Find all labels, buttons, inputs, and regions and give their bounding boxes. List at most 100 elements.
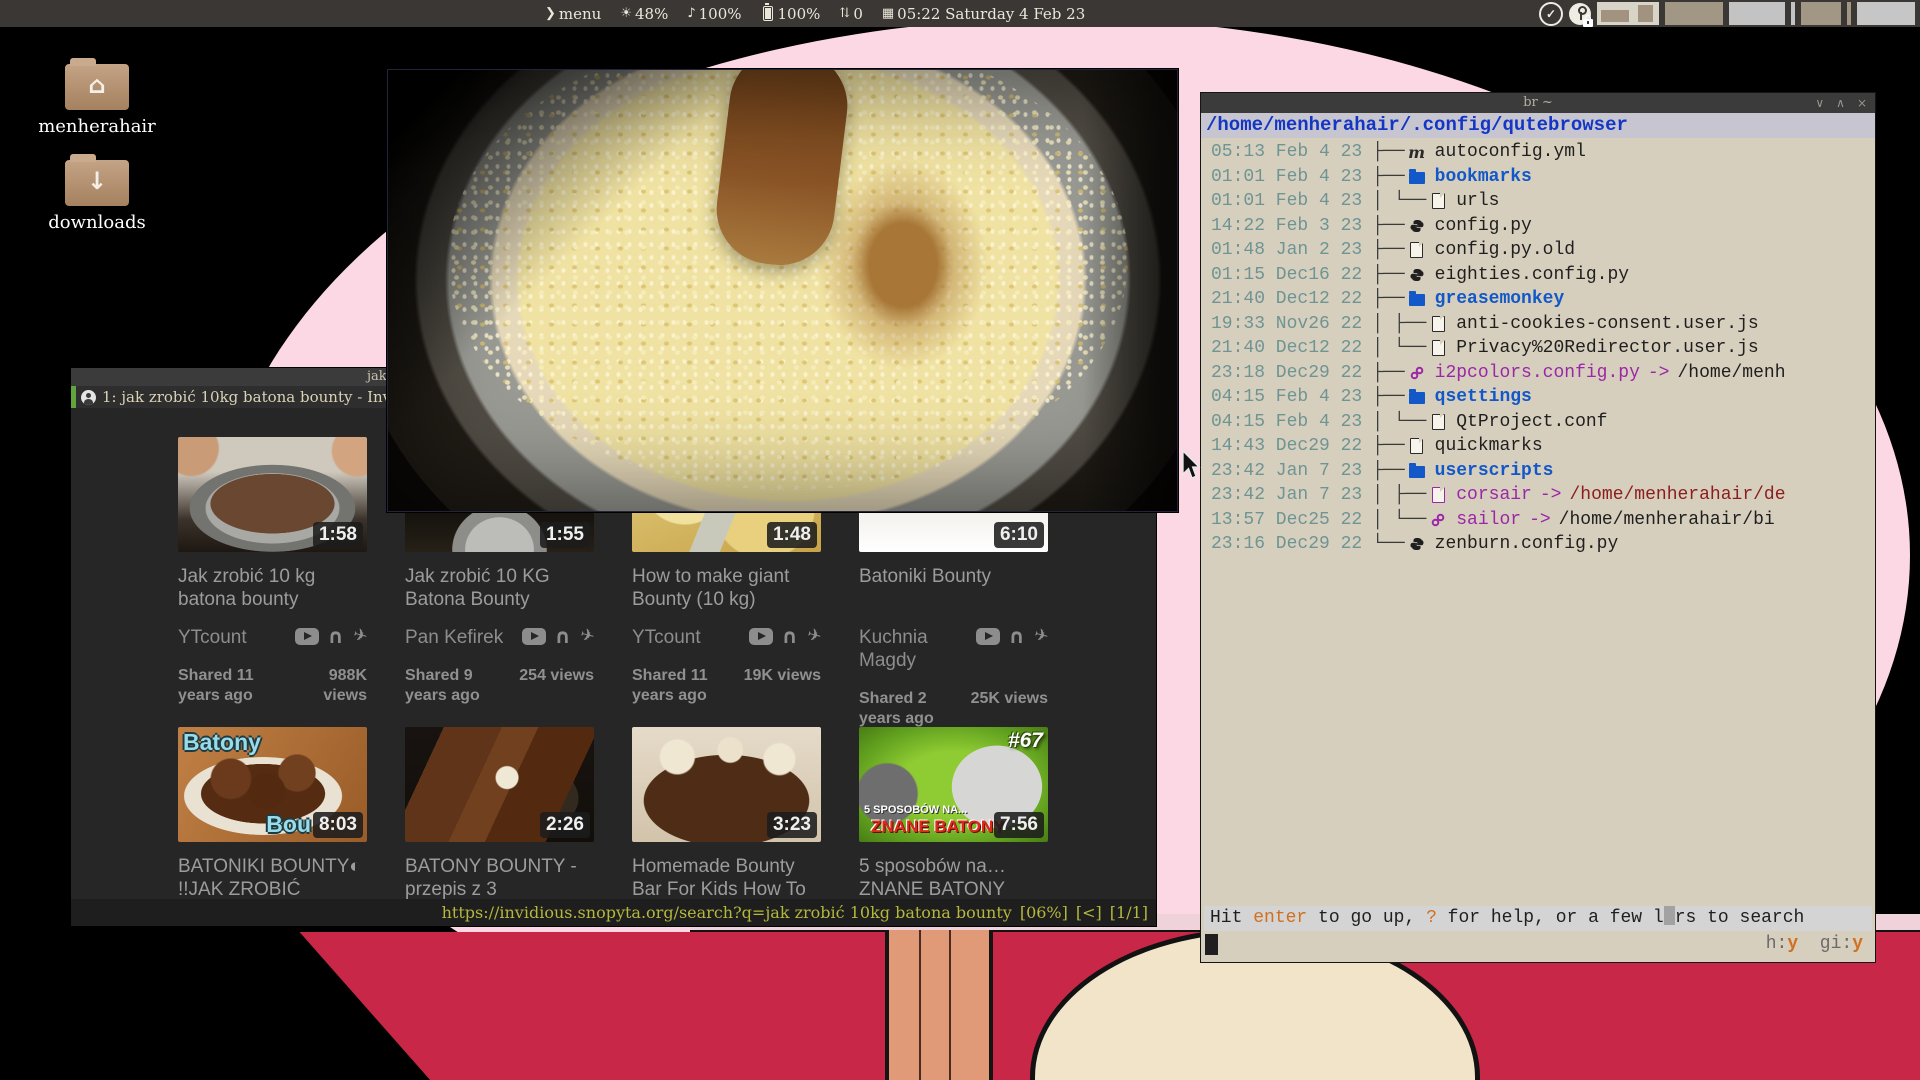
video-result-1[interactable]: 1:58 Jak zrobić 10 kg batona bounty YTco… [178, 437, 367, 727]
maximize-icon[interactable]: ∧ [1836, 93, 1845, 113]
file-name[interactable]: config.py [1435, 216, 1532, 236]
desktop-icon-menherahair[interactable]: ⌂ menherahair [32, 56, 162, 137]
video-title[interactable]: BATONIKI BOUNTY◐ !!JAK ZROBIĆ [178, 855, 367, 899]
view-count: 19K views [744, 666, 821, 686]
youtube-icon[interactable] [522, 628, 546, 645]
tab-title[interactable]: 1: jak zrobić 10kg batona bounty - Invi [102, 388, 396, 406]
channel-link[interactable]: Pan Kefirek [405, 626, 503, 649]
shared-date: Shared 11 years ago [632, 666, 740, 706]
file-mtime: 23:42 Jan 7 23 [1201, 485, 1362, 505]
headphones-icon[interactable]: ∩ [555, 628, 571, 645]
video-result-6[interactable]: 2:26 BATONY BOUNTY - przepis z 3 [405, 727, 594, 899]
terminal-titlebar[interactable]: br ~ ∨ ∧ × [1201, 93, 1875, 113]
file-row[interactable]: 23:42 Jan 7 23├──userscripts [1201, 459, 1875, 484]
video-title[interactable]: Homemade Bounty Bar For Kids How To [632, 855, 821, 899]
workspace-indicator-3[interactable] [1729, 2, 1785, 25]
symlink-name[interactable]: corsair [1456, 485, 1532, 505]
workspace-indicator-2[interactable] [1665, 2, 1723, 25]
video-result-7[interactable]: 3:23 Homemade Bounty Bar For Kids How To [632, 727, 821, 899]
clock: ▦ 05:22 Saturday 4 Feb 23 [882, 5, 1085, 23]
menu-button[interactable]: ❯ menu [545, 5, 601, 23]
youtube-icon[interactable] [295, 628, 319, 645]
file-row[interactable]: 13:57 Dec25 22│ └──sailor->/home/menhera… [1201, 508, 1875, 533]
statusbar-url: https://invidious.snopyta.org/search?q=j… [442, 903, 1012, 922]
workspace-divider-2 [1847, 2, 1851, 25]
headphones-icon[interactable]: ∩ [1009, 628, 1025, 645]
file-row[interactable]: 23:18 Dec29 22├──i2pcolors.config.py->/h… [1201, 361, 1875, 386]
current-path: /home/menherahair/.config/qutebrowser [1201, 113, 1875, 138]
youtube-icon[interactable] [976, 628, 1000, 645]
file-row[interactable]: 14:43 Dec29 22├──quickmarks [1201, 434, 1875, 459]
video-thumbnail[interactable]: 1:58 [178, 437, 367, 552]
send-icon[interactable]: ✈ [1032, 627, 1050, 647]
file-row[interactable]: 21:40 Dec12 22├──greasemonkey [1201, 287, 1875, 312]
keepassxc-tray-icon[interactable] [1569, 3, 1591, 25]
youtube-icon[interactable] [749, 628, 773, 645]
symlink-name[interactable]: i2pcolors.config.py [1435, 363, 1640, 383]
headphones-icon[interactable]: ∩ [782, 628, 798, 645]
video-thumbnail[interactable]: Batony Bou 8:03 [178, 727, 367, 842]
channel-link[interactable]: Kuchnia Magdy [859, 626, 959, 672]
send-icon[interactable]: ✈ [578, 627, 596, 647]
tree-branch: │ └── [1372, 412, 1426, 432]
directory-name[interactable]: qsettings [1435, 387, 1532, 407]
mpv-video-window[interactable] [387, 69, 1178, 512]
symlink-arrow: -> [1540, 485, 1562, 505]
video-result-5[interactable]: Batony Bou 8:03 BATONIKI BOUNTY◐ !!JAK Z… [178, 727, 367, 899]
directory-name[interactable]: bookmarks [1435, 167, 1532, 187]
file-name[interactable]: anti-cookies-consent.user.js [1456, 314, 1758, 334]
video-thumbnail[interactable]: 3:23 [632, 727, 821, 842]
close-icon[interactable]: × [1857, 93, 1867, 113]
file-row[interactable]: 01:48 Jan 2 23├──config.py.old [1201, 238, 1875, 263]
workspace-indicator-4[interactable] [1801, 2, 1841, 25]
file-name[interactable]: QtProject.conf [1456, 412, 1607, 432]
video-title[interactable]: How to make giant Bounty (10 kg) [632, 565, 821, 611]
file-name[interactable]: Privacy%20Redirector.user.js [1456, 338, 1758, 358]
file-name[interactable]: autoconfig.yml [1435, 142, 1586, 162]
headphones-icon[interactable]: ∩ [328, 628, 344, 645]
file-name[interactable]: zenburn.config.py [1435, 534, 1619, 554]
file-row[interactable]: 05:13 Feb 4 23├──mautoconfig.yml [1201, 140, 1875, 165]
workspace-indicator-1[interactable] [1597, 2, 1659, 25]
desktop-icon-downloads[interactable]: ↓ downloads [32, 152, 162, 233]
file-row[interactable]: 01:01 Feb 4 23│ └──urls [1201, 189, 1875, 214]
wallpaper-braid [885, 930, 993, 1080]
file-row[interactable]: 04:15 Feb 4 23│ └──QtProject.conf [1201, 410, 1875, 435]
directory-name[interactable]: userscripts [1435, 461, 1554, 481]
file-row[interactable]: 21:40 Dec12 22│ └──Privacy%20Redirector.… [1201, 336, 1875, 361]
file-mtime: 23:42 Jan 7 23 [1201, 461, 1362, 481]
send-icon[interactable]: ✈ [351, 627, 369, 647]
channel-link[interactable]: YTcount [632, 626, 701, 649]
file-row[interactable]: 04:15 Feb 4 23├──qsettings [1201, 385, 1875, 410]
symlink-name[interactable]: sailor [1456, 510, 1521, 530]
brightness-icon: ☀ [620, 6, 632, 21]
folder-download-icon: ↓ [65, 160, 129, 206]
file-row[interactable]: 01:15 Dec16 22├──eighties.config.py [1201, 263, 1875, 288]
tree-branch: │ └── [1372, 338, 1426, 358]
send-icon[interactable]: ✈ [805, 627, 823, 647]
directory-name[interactable]: greasemonkey [1435, 289, 1565, 309]
file-name[interactable]: urls [1456, 191, 1499, 211]
file-name[interactable]: eighties.config.py [1435, 265, 1629, 285]
file-row[interactable]: 19:33 Nov26 22│ ├──anti-cookies-consent.… [1201, 312, 1875, 337]
file-row[interactable]: 01:01 Feb 4 23├──bookmarks [1201, 165, 1875, 190]
file-row[interactable]: 23:42 Jan 7 23│ ├──corsair->/home/menher… [1201, 483, 1875, 508]
video-title[interactable]: Jak zrobić 10 kg batona bounty [178, 565, 367, 611]
check-tray-icon[interactable]: ✓ [1539, 2, 1563, 26]
video-title[interactable]: Jak zrobić 10 KG Batona Bounty [405, 565, 594, 611]
file-row[interactable]: 23:16 Dec29 22└──zenburn.config.py [1201, 532, 1875, 557]
video-thumbnail[interactable]: 2:26 [405, 727, 594, 842]
updown-arrows-icon: ⇅ [839, 6, 850, 21]
file-name[interactable]: quickmarks [1435, 436, 1543, 456]
channel-link[interactable]: YTcount [178, 626, 247, 649]
file-icon [1432, 487, 1445, 503]
video-title[interactable]: BATONY BOUNTY - przepis z 3 [405, 855, 594, 899]
video-result-8[interactable]: #67 5 SPOSOBÓW NA... ZNANE BATONY 7:56 5… [859, 727, 1048, 899]
minimize-icon[interactable]: ∨ [1815, 93, 1824, 113]
video-thumbnail[interactable]: #67 5 SPOSOBÓW NA... ZNANE BATONY 7:56 [859, 727, 1048, 842]
video-title[interactable]: Batoniki Bounty [859, 565, 1048, 611]
video-title[interactable]: 5 sposobów na… ZNANE BATONY [859, 855, 1048, 899]
file-row[interactable]: 14:22 Feb 3 23├──config.py [1201, 214, 1875, 239]
file-name[interactable]: config.py.old [1435, 240, 1575, 260]
workspace-indicator-5[interactable] [1857, 2, 1915, 25]
